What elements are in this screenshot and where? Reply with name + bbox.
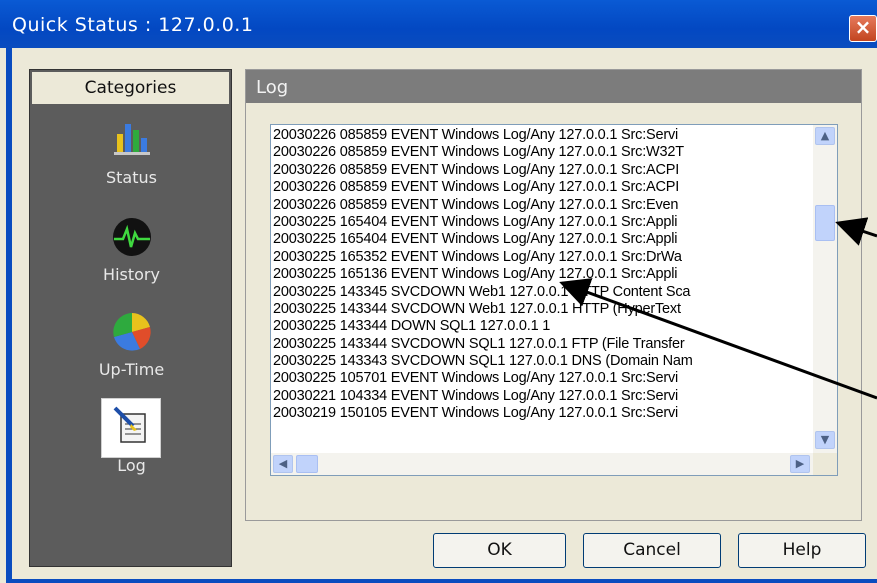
log-line[interactable]: 20030225 165404 EVENT Windows Log/Any 12… <box>273 214 813 231</box>
title-bar[interactable]: Quick Status : 127.0.0.1 × <box>0 0 877 48</box>
horizontal-scroll-thumb[interactable] <box>296 455 318 473</box>
pie-chart-icon <box>113 313 151 351</box>
horizontal-scrollbar[interactable]: ◀ ▶ <box>271 453 813 475</box>
window-frame-left <box>6 48 12 583</box>
category-log-label: Log <box>117 456 146 475</box>
bar-chart-icon <box>114 124 150 155</box>
log-line[interactable]: 20030225 143344 SVCDOWN SQL1 127.0.0.1 F… <box>273 336 813 353</box>
quick-status-window: Quick Status : 127.0.0.1 × Categories St… <box>0 0 877 583</box>
log-line[interactable]: 20030225 143344 DOWN SQL1 127.0.0.1 1 <box>273 318 813 335</box>
log-line[interactable]: 20030225 105701 EVENT Windows Log/Any 12… <box>273 370 813 387</box>
log-line[interactable]: 20030226 085859 EVENT Windows Log/Any 12… <box>273 197 813 214</box>
category-log[interactable]: Log <box>30 398 233 478</box>
log-line[interactable]: 20030226 085859 EVENT Windows Log/Any 12… <box>273 144 813 161</box>
log-line[interactable]: 20030225 165136 EVENT Windows Log/Any 12… <box>273 266 813 283</box>
scroll-down-button[interactable]: ▼ <box>815 431 835 449</box>
scrollbar-corner <box>813 453 837 475</box>
category-up-time[interactable]: Up-Time <box>30 310 233 382</box>
category-history[interactable]: History <box>30 215 233 287</box>
log-document-icon <box>113 406 146 443</box>
window-frame-bottom <box>6 579 877 583</box>
category-status[interactable]: Status <box>30 118 233 190</box>
log-line[interactable]: 20030226 085859 EVENT Windows Log/Any 12… <box>273 162 813 179</box>
log-line[interactable]: 20030226 085859 EVENT Windows Log/Any 12… <box>273 179 813 196</box>
log-lines: 20030226 085859 EVENT Windows Log/Any 12… <box>273 127 813 452</box>
help-button[interactable]: Help <box>738 533 866 568</box>
log-line[interactable]: 20030221 104334 EVENT Windows Log/Any 12… <box>273 388 813 405</box>
close-button[interactable]: × <box>849 15 877 42</box>
heartbeat-icon <box>113 218 151 256</box>
log-line[interactable]: 20030226 085859 EVENT Windows Log/Any 12… <box>273 127 813 144</box>
ok-button[interactable]: OK <box>433 533 566 568</box>
log-line[interactable]: 20030225 165404 EVENT Windows Log/Any 12… <box>273 231 813 248</box>
log-line[interactable]: 20030219 150105 EVENT Windows Log/Any 12… <box>273 405 813 422</box>
log-line[interactable]: 20030225 143345 SVCDOWN Web1 127.0.0.1 H… <box>273 284 813 301</box>
scroll-up-button[interactable]: ▲ <box>815 127 835 145</box>
log-panel-header: Log <box>246 70 861 103</box>
category-up-time-label: Up-Time <box>98 360 165 379</box>
scroll-left-button[interactable]: ◀ <box>273 455 293 473</box>
category-history-label: History <box>103 265 160 284</box>
log-line[interactable]: 20030225 143343 SVCDOWN SQL1 127.0.0.1 D… <box>273 353 813 370</box>
log-line[interactable]: 20030225 143344 SVCDOWN Web1 127.0.0.1 H… <box>273 301 813 318</box>
log-line[interactable]: 20030225 165352 EVENT Windows Log/Any 12… <box>273 249 813 266</box>
vertical-scrollbar[interactable]: ▲ ▼ <box>813 125 837 453</box>
scroll-right-button[interactable]: ▶ <box>790 455 810 473</box>
category-status-label: Status <box>106 168 157 187</box>
window-title: Quick Status : 127.0.0.1 <box>12 14 254 36</box>
vertical-scroll-thumb[interactable] <box>815 205 835 241</box>
cancel-button[interactable]: Cancel <box>583 533 721 568</box>
log-panel: Log 20030226 085859 EVENT Windows Log/An… <box>245 69 862 521</box>
categories-header: Categories <box>32 72 229 104</box>
log-listbox[interactable]: 20030226 085859 EVENT Windows Log/Any 12… <box>270 124 838 476</box>
categories-panel: Categories Status History Up-Time Log <box>29 69 232 567</box>
